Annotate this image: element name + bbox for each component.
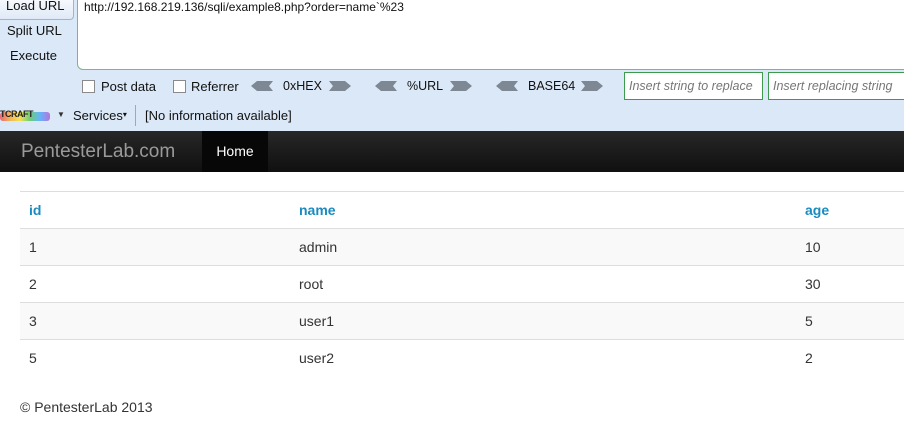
services-divider [135,105,136,126]
hackbar-toolbar: Load URL Split URL Execute http://192.16… [0,0,904,131]
referrer-label: Referrer [191,79,239,94]
nav-home-link[interactable]: Home [202,131,268,172]
referrer-checkbox[interactable] [173,80,186,93]
replace-string-input[interactable]: Insert string to replace [624,72,763,100]
brand-link[interactable]: PentesterLab.com [21,141,175,163]
users-table: id name age 1 admin 10 2 root 30 3 user1… [20,191,904,377]
table-row: 3 user1 5 [20,302,904,340]
table-header-row: id name age [20,191,904,229]
cell-name: user1 [290,302,796,340]
split-url-button[interactable]: Split URL [0,20,62,45]
hex-label: 0xHEX [283,79,322,93]
cell-age: 10 [796,228,904,266]
cell-id: 1 [20,228,290,266]
url-textarea[interactable]: http://192.168.219.136/sqli/example8.php… [77,0,904,70]
url-decode-arrow-icon[interactable] [375,81,397,91]
hex-decode-arrow-icon[interactable] [251,81,273,91]
cell-age: 30 [796,265,904,303]
table-row: 2 root 30 [20,265,904,303]
column-header-id[interactable]: id [20,191,290,229]
table-row: 1 admin 10 [20,228,904,266]
urlenc-label: %URL [407,79,444,93]
column-header-name[interactable]: name [290,191,796,229]
url-encode-arrow-icon[interactable] [450,81,472,91]
post-data-checkbox[interactable] [82,80,95,93]
base64-decode-arrow-icon[interactable] [496,81,518,91]
cell-name: root [290,265,796,303]
table-row: 5 user2 2 [20,339,904,377]
hex-encode-arrow-icon[interactable] [329,81,351,91]
cell-id: 5 [20,339,290,377]
netcraft-logo[interactable]: TCRAFT [0,109,52,123]
page-footer: © PentesterLab 2013 [20,399,153,415]
cell-age: 2 [796,339,904,377]
services-bar: TCRAFT ▼ Services▾ [No information avail… [0,102,904,130]
site-info-text: [No information available] [145,108,292,123]
users-table-container: id name age 1 admin 10 2 root 30 3 user1… [20,191,904,377]
replacing-string-input[interactable]: Insert replacing string [768,72,904,100]
execute-button[interactable]: Execute [0,45,57,70]
load-url-button[interactable]: Load URL [0,0,74,20]
hackbar-options-row: Post data Referrer 0xHEX %URL BASE64 Ins… [0,72,904,100]
base64-encode-arrow-icon[interactable] [581,81,603,91]
cell-id: 2 [20,265,290,303]
hackbar-action-buttons: Load URL Split URL Execute [0,0,76,63]
cell-age: 5 [796,302,904,340]
post-data-label: Post data [101,79,156,94]
cell-name: admin [290,228,796,266]
cell-name: user2 [290,339,796,377]
netcraft-dropdown-icon[interactable]: ▼ [57,110,65,119]
column-header-age[interactable]: age [796,191,904,229]
base64-label: BASE64 [528,79,576,93]
services-menu[interactable]: Services▾ [73,108,127,123]
site-navbar: PentesterLab.com Home [0,131,904,172]
cell-id: 3 [20,302,290,340]
